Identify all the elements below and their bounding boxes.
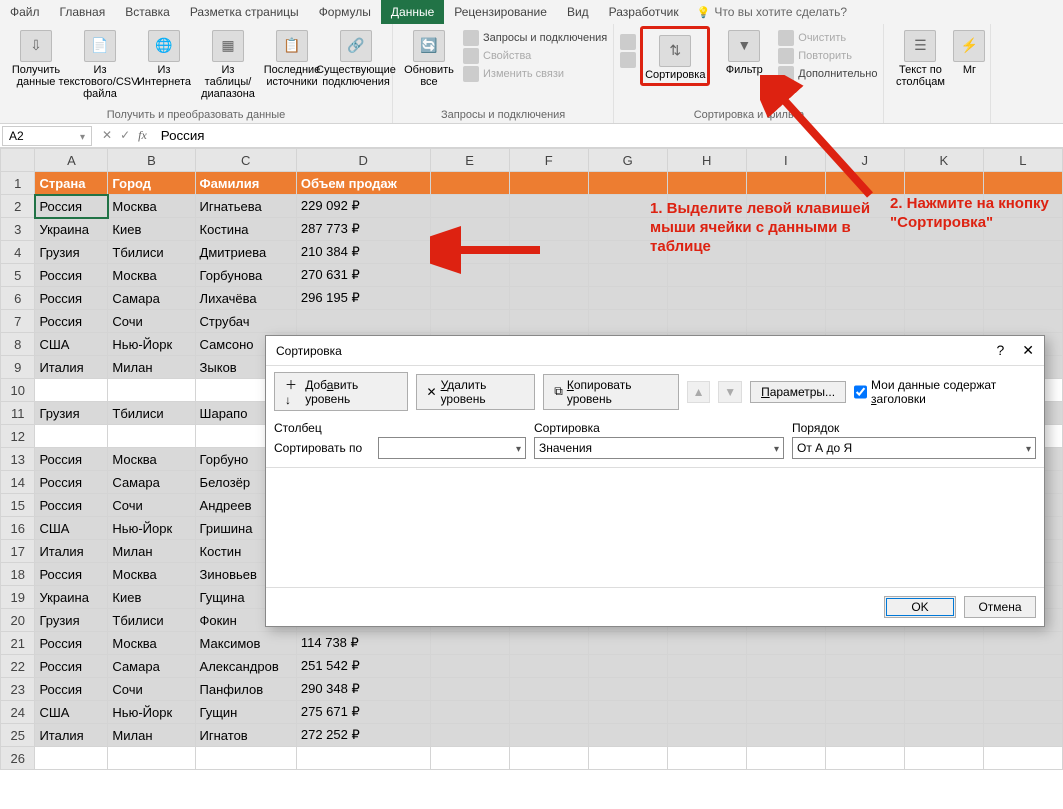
sort-desc-button[interactable] <box>620 52 636 68</box>
sort-order-select[interactable]: От А до Я <box>792 437 1036 459</box>
flash-fill-button[interactable]: ⚡Мг <box>954 26 984 76</box>
dialog-title: Сортировка <box>276 344 342 358</box>
formula-bar: A2 ✕ ✓ fx <box>0 124 1063 148</box>
close-icon[interactable]: ✕ <box>1022 342 1034 359</box>
has-headers-checkbox[interactable]: Мои данные содержат заголовки <box>854 378 1036 406</box>
table-row[interactable]: 6РоссияСамараЛихачёва296 195 ₽ <box>1 287 1063 310</box>
order-header-label: Порядок <box>792 421 1036 435</box>
table-row[interactable]: 23РоссияСочиПанфилов290 348 ₽ <box>1 678 1063 701</box>
table-row[interactable]: 2РоссияМоскваИгнатьева229 092 ₽ <box>1 195 1063 218</box>
cancel-formula-icon[interactable]: ✕ <box>102 128 112 143</box>
sort-dialog: Сортировка ? ✕ ＋↓Добавить уровень ✕Удали… <box>265 335 1045 627</box>
tell-me-search[interactable]: Что вы хотите сделать? <box>697 0 847 24</box>
table-row[interactable]: 3УкраинаКиевКостина287 773 ₽ <box>1 218 1063 241</box>
ok-button[interactable]: OK <box>884 596 956 618</box>
queries-connections-button[interactable]: Запросы и подключения <box>463 30 607 46</box>
group-label-sort-filter: Сортировка и фильтр <box>620 107 877 123</box>
help-icon[interactable]: ? <box>996 342 1004 359</box>
tab-view[interactable]: Вид <box>557 0 599 24</box>
table-row[interactable]: 1СтранаГородФамилияОбъем продаж <box>1 172 1063 195</box>
text-to-columns-button[interactable]: ☰Текст по столбцам <box>890 26 950 88</box>
cancel-button[interactable]: Отмена <box>964 596 1036 618</box>
properties-button[interactable]: Свойства <box>463 48 607 64</box>
table-row[interactable]: 4ГрузияТбилисиДмитриева210 384 ₽ <box>1 241 1063 264</box>
reapply-button[interactable]: Повторить <box>778 48 877 64</box>
tab-page-layout[interactable]: Разметка страницы <box>180 0 309 24</box>
move-down-button[interactable]: ▼ <box>718 381 742 403</box>
refresh-all-button[interactable]: 🔄Обновить все <box>399 26 459 88</box>
ribbon: ⇩Получить данные 📄Из текстового/CSV-файл… <box>0 24 1063 124</box>
column-headers[interactable]: ABCD EFGH IJKL <box>1 149 1063 172</box>
table-row[interactable]: 21РоссияМоскваМаксимов114 738 ₽ <box>1 632 1063 655</box>
edit-links-button[interactable]: Изменить связи <box>463 66 607 82</box>
ribbon-tabs: Файл Главная Вставка Разметка страницы Ф… <box>0 0 1063 24</box>
recent-sources-button[interactable]: 📋Последние источники <box>262 26 322 88</box>
sort-by-label: Сортировать по <box>274 441 370 455</box>
filter-button[interactable]: ▼Фильтр <box>714 26 774 76</box>
delete-level-button[interactable]: ✕Удалить уровень <box>416 374 536 410</box>
group-label-queries: Запросы и подключения <box>399 107 607 123</box>
tab-insert[interactable]: Вставка <box>115 0 180 24</box>
fx-icon[interactable]: fx <box>138 128 147 143</box>
sort-header-label: Сортировка <box>534 421 784 435</box>
group-label-get-transform: Получить и преобразовать данные <box>6 107 386 123</box>
copy-level-button[interactable]: ⧉Копировать уровень <box>543 374 678 410</box>
bulb-icon <box>697 5 711 19</box>
sort-column-select[interactable] <box>378 437 526 459</box>
tab-data[interactable]: Данные <box>381 0 444 24</box>
table-row[interactable]: 5РоссияМоскваГорбунова270 631 ₽ <box>1 264 1063 287</box>
tab-formulas[interactable]: Формулы <box>309 0 381 24</box>
sort-options-button[interactable]: Параметры... <box>750 381 846 403</box>
tab-developer[interactable]: Разработчик <box>599 0 689 24</box>
name-box[interactable]: A2 <box>2 126 92 146</box>
tab-file[interactable]: Файл <box>0 0 50 24</box>
sort-on-select[interactable]: Значения <box>534 437 784 459</box>
funnel-icon: ▼ <box>728 30 760 62</box>
chevron-down-icon <box>516 441 521 455</box>
get-data-button[interactable]: ⇩Получить данные <box>6 26 66 88</box>
sort-asc-icon <box>620 34 636 50</box>
move-up-button[interactable]: ▲ <box>687 381 711 403</box>
formula-input[interactable] <box>155 126 1063 145</box>
sort-button[interactable]: ⇅Сортировка <box>645 31 705 81</box>
accept-formula-icon[interactable]: ✓ <box>120 128 130 143</box>
table-row[interactable]: 25ИталияМиланИгнатов272 252 ₽ <box>1 724 1063 747</box>
chevron-down-icon <box>80 129 85 143</box>
advanced-filter-button[interactable]: Дополнительно <box>778 66 877 82</box>
column-header-label: Столбец <box>274 421 526 435</box>
existing-conn-button[interactable]: 🔗Существующие подключения <box>326 26 386 88</box>
table-row[interactable]: 7РоссияСочиСтрубач <box>1 310 1063 333</box>
sort-asc-button[interactable] <box>620 34 636 50</box>
chevron-down-icon <box>1026 441 1031 455</box>
tab-review[interactable]: Рецензирование <box>444 0 557 24</box>
clear-filter-button[interactable]: Очистить <box>778 30 877 46</box>
sort-desc-icon <box>620 52 636 68</box>
table-row[interactable]: 22РоссияСамараАлександров251 542 ₽ <box>1 655 1063 678</box>
from-table-button[interactable]: ▦Из таблицы/диапазона <box>198 26 258 100</box>
table-row[interactable]: 24СШАНью-ЙоркГущин275 671 ₽ <box>1 701 1063 724</box>
tab-home[interactable]: Главная <box>50 0 116 24</box>
from-web-button[interactable]: 🌐Из Интернета <box>134 26 194 88</box>
chevron-down-icon <box>774 441 779 455</box>
add-level-button[interactable]: ＋↓Добавить уровень <box>274 372 408 411</box>
from-csv-button[interactable]: 📄Из текстового/CSV-файла <box>70 26 130 100</box>
